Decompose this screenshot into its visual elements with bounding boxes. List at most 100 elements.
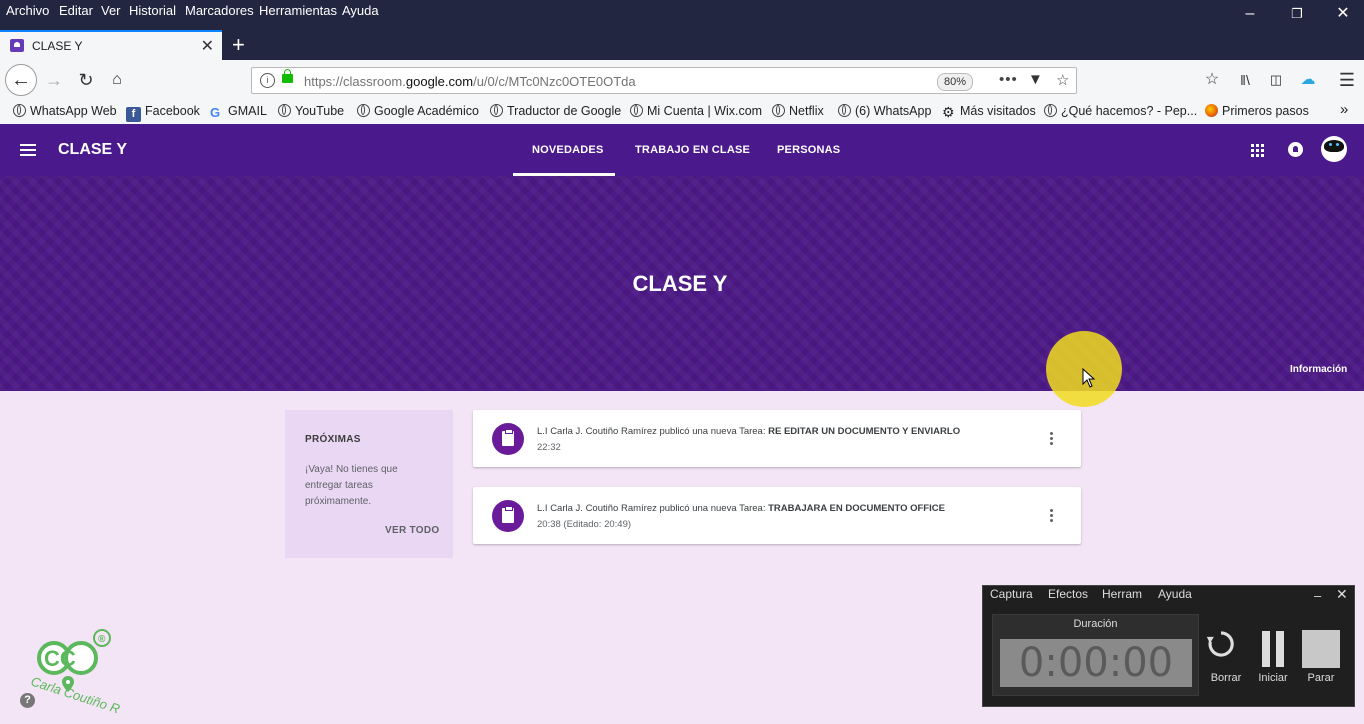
recorder-menu-efectos[interactable]: Efectos [1048, 587, 1088, 601]
bookmark-item[interactable]: G GMAIL [210, 104, 267, 119]
recorder-minimize-icon[interactable]: – [1314, 588, 1321, 603]
watermark-logo: CC ® Carla Coutiño R [29, 629, 120, 713]
tab-personas[interactable]: PERSONAS [777, 144, 840, 156]
view-all-link[interactable]: VER TODO [385, 525, 439, 536]
sidebar-icon[interactable]: ◫ [1264, 68, 1288, 92]
chevron-right-icon[interactable]: » [1340, 101, 1348, 118]
info-link[interactable]: Información [1290, 364, 1347, 375]
more-options-icon[interactable] [1050, 509, 1053, 512]
bookmark-item[interactable]: WhatsApp Web [13, 104, 117, 118]
minimize-icon[interactable]: – [1230, 2, 1270, 26]
google-icon: G [210, 105, 221, 120]
tab-trabajo-en-clase[interactable]: TRABAJO EN CLASE [635, 144, 750, 156]
menu-historial[interactable]: Historial [129, 3, 176, 18]
close-tab-icon[interactable]: ✕ [201, 36, 214, 56]
pocket-icon[interactable]: ▼ [1028, 71, 1043, 88]
stop-icon[interactable] [1302, 630, 1340, 668]
watermark-registered: ® [98, 634, 106, 645]
browser-tab[interactable]: CLASE Y ✕ [0, 30, 222, 60]
globe-icon [278, 104, 291, 117]
bookmark-item[interactable]: Netflix [772, 104, 824, 118]
address-bar[interactable]: i https://classroom.google.com/u/0/c/MTc… [251, 67, 1077, 94]
menu-bar: Archivo Editar Ver Historial Marcadores … [0, 0, 1364, 30]
globe-icon [357, 104, 370, 117]
library-icon[interactable]: ‖\ [1233, 68, 1257, 92]
upcoming-text: ¡Vaya! No tienes que entregar tareas pró… [305, 464, 398, 507]
menu-ayuda[interactable]: Ayuda [342, 3, 379, 18]
watermark-name: Carla Coutiño R [29, 674, 120, 713]
close-window-icon[interactable]: ✕ [1323, 2, 1363, 26]
globe-icon [630, 104, 643, 117]
bookmark-item[interactable]: YouTube [278, 104, 344, 118]
restore-icon[interactable]: ❐ [1277, 2, 1317, 26]
cloud-icon[interactable]: ☁ [1296, 68, 1320, 92]
assignment-icon [492, 500, 524, 532]
hamburger-icon[interactable] [20, 144, 36, 156]
bookmark-item[interactable]: Traductor de Google [490, 104, 621, 118]
tab-novedades[interactable]: NOVEDADES [532, 144, 603, 156]
globe-icon [490, 104, 503, 117]
parar-button[interactable]: Parar [1301, 672, 1341, 684]
upcoming-title: PRÓXIMAS [305, 434, 361, 445]
more-actions-icon[interactable]: ••• [999, 71, 1018, 88]
globe-icon [1044, 104, 1057, 117]
notifications-icon[interactable] [1288, 142, 1303, 157]
duration-label: Duración [1073, 618, 1118, 630]
bookmark-item[interactable]: ⚙ Más visitados [942, 104, 1036, 119]
menu-herramientas[interactable]: Herramientas [259, 3, 337, 18]
apps-grid-icon[interactable] [1251, 144, 1264, 157]
iniciar-button[interactable]: Iniciar [1253, 672, 1293, 684]
post-text: L.I Carla J. Coutiño Ramírez publicó una… [537, 503, 945, 514]
tab-title: CLASE Y [32, 39, 83, 53]
stream-post[interactable]: L.I Carla J. Coutiño Ramírez publicó una… [473, 487, 1081, 544]
recorder-close-icon[interactable]: ✕ [1336, 586, 1348, 603]
bookmark-item[interactable]: f Facebook [126, 104, 200, 122]
borrar-button[interactable]: Borrar [1206, 672, 1246, 684]
globe-icon [838, 104, 851, 117]
hamburger-menu-icon[interactable]: ☰ [1335, 68, 1359, 92]
class-name[interactable]: CLASE Y [58, 141, 127, 159]
bookmark-item[interactable]: Google Académico [357, 104, 479, 118]
post-time: 22:32 [537, 442, 561, 453]
zoom-indicator[interactable]: 80% [937, 73, 973, 91]
help-icon[interactable]: ? [20, 693, 35, 708]
avatar[interactable] [1321, 136, 1347, 162]
classroom-favicon-icon [10, 39, 24, 52]
back-icon[interactable]: ← [5, 64, 37, 96]
reset-icon[interactable] [1206, 629, 1236, 659]
globe-icon [13, 104, 26, 117]
duration-display: 0:00:00 [1000, 639, 1192, 687]
gear-icon: ⚙ [942, 104, 955, 120]
watermark-letters: CC [44, 646, 76, 671]
star-outline-icon[interactable]: ☆ [1200, 68, 1224, 92]
more-options-icon[interactable] [1050, 432, 1053, 435]
home-icon[interactable]: ⌂ [105, 68, 129, 92]
bookmark-star-icon[interactable]: ☆ [1056, 71, 1069, 89]
menu-marcadores[interactable]: Marcadores [185, 3, 254, 18]
stream-post[interactable]: L.I Carla J. Coutiño Ramírez publicó una… [473, 410, 1081, 467]
recorder-menu-ayuda[interactable]: Ayuda [1158, 587, 1192, 601]
url-text[interactable]: https://classroom.google.com/u/0/c/MTc0N… [304, 74, 636, 89]
menu-editar[interactable]: Editar [59, 3, 93, 18]
pause-icon[interactable] [1262, 631, 1286, 667]
bookmark-item[interactable]: Primeros pasos [1205, 104, 1309, 118]
menu-ver[interactable]: Ver [101, 3, 121, 18]
facebook-icon: f [126, 107, 141, 122]
forward-icon[interactable]: → [42, 68, 66, 92]
post-time: 20:38 (Editado: 20:49) [537, 519, 632, 530]
firefox-icon [1205, 104, 1218, 117]
bookmarks-bar: WhatsApp Web f Facebook G GMAIL YouTube Go… [0, 100, 1364, 124]
mouse-cursor-icon [1082, 368, 1096, 388]
new-tab-icon[interactable]: + [232, 32, 245, 58]
menu-archivo[interactable]: Archivo [6, 3, 49, 18]
bookmark-item[interactable]: ¿Qué hacemos? - Pep... [1044, 104, 1197, 118]
bookmark-item[interactable]: Mi Cuenta | Wix.com [630, 104, 762, 118]
globe-icon [772, 104, 785, 117]
recorder-menu-herram[interactable]: Herram [1102, 587, 1142, 601]
lock-icon[interactable] [282, 69, 293, 83]
reload-icon[interactable]: ↻ [74, 68, 98, 92]
bookmark-item[interactable]: (6) WhatsApp [838, 104, 931, 118]
recorder-menu-captura[interactable]: Captura [990, 587, 1033, 601]
banner-title: CLASE Y [632, 271, 728, 296]
info-icon[interactable]: i [260, 73, 275, 88]
